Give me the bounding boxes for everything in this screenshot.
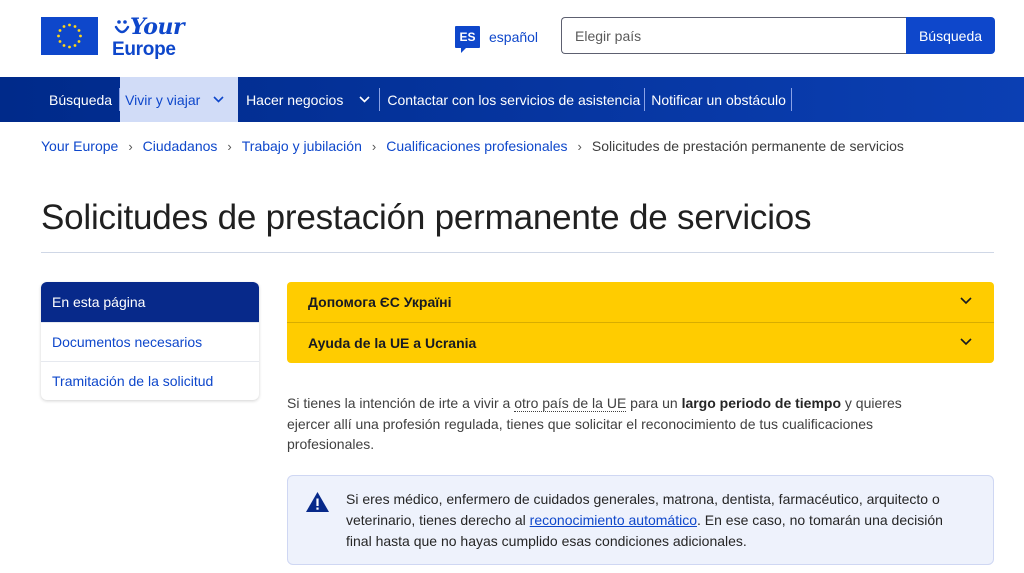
breadcrumb-chevron-icon: › xyxy=(227,138,232,154)
breadcrumb-link[interactable]: Trabajo y jubilación xyxy=(242,138,362,154)
on-this-page-sidebar: En esta página Documentos necesarios Tra… xyxy=(41,282,259,400)
nav-item-search[interactable]: Búsqueda xyxy=(41,77,121,122)
breadcrumb: Your Europe › Ciudadanos › Trabajo y jub… xyxy=(41,138,904,154)
breadcrumb-link[interactable]: Cualificaciones profesionales xyxy=(386,138,567,154)
automatic-recognition-link[interactable]: reconocimiento automático xyxy=(530,512,697,528)
language-selector[interactable]: ES español xyxy=(455,24,539,53)
warning-notice: Si eres médico, enfermero de cuidados ge… xyxy=(287,475,994,565)
breadcrumb-link[interactable]: Ciudadanos xyxy=(143,138,218,154)
accordion-ukraine-help-es[interactable]: Ayuda de la UE a Ucrania xyxy=(287,323,994,363)
nav-item-label: Búsqueda xyxy=(49,91,113,108)
chevron-down-icon xyxy=(359,96,370,103)
notice-text: Si eres médico, enfermero de cuidados ge… xyxy=(346,489,966,552)
nav-item-notificar[interactable]: Notificar un obstáculo xyxy=(645,77,792,122)
nav-item-label: Notificar un obstáculo xyxy=(651,91,786,108)
chevron-down-icon xyxy=(960,338,972,346)
site-header: Your Europe ES español Búsqueda xyxy=(0,0,1024,77)
breadcrumb-chevron-icon: › xyxy=(128,138,133,154)
logo-text-your: Your xyxy=(130,14,185,40)
chevron-down-icon xyxy=(213,96,224,103)
your-europe-logo[interactable]: Your Europe xyxy=(110,14,190,60)
sidebar-heading: En esta página xyxy=(41,282,259,322)
warning-icon xyxy=(306,492,329,512)
nav-item-label: Vivir y viajar xyxy=(125,91,201,108)
language-code-badge: ES xyxy=(455,26,480,53)
sidebar-item-documentos[interactable]: Documentos necesarios xyxy=(41,322,259,361)
breadcrumb-link[interactable]: Your Europe xyxy=(41,138,118,154)
eu-country-term[interactable]: otro país de la UE xyxy=(514,395,627,412)
search-button[interactable]: Búsqueda xyxy=(906,17,995,54)
nav-item-hacer-negocios[interactable]: Hacer negocios xyxy=(238,77,381,122)
intro-bold: largo periodo de tiempo xyxy=(681,395,842,411)
search-input[interactable] xyxy=(561,17,906,54)
page-title: Solicitudes de prestación permanente de … xyxy=(41,198,812,237)
accordion-ukraine-help-uk[interactable]: Допомога ЄС Україні xyxy=(287,282,994,322)
main-nav: Búsqueda Vivir y viajar Hacer negocios C… xyxy=(0,77,1024,122)
title-divider xyxy=(41,252,994,253)
accordion-label: Допомога ЄС Україні xyxy=(308,294,452,310)
chevron-down-icon xyxy=(960,297,972,305)
nav-item-contactar[interactable]: Contactar con los servicios de asistenci… xyxy=(380,77,646,122)
intro-paragraph: Si tienes la intención de irte a vivir a… xyxy=(287,393,927,455)
breadcrumb-current: Solicitudes de prestación permanente de … xyxy=(591,138,904,154)
eu-flag-icon[interactable] xyxy=(41,17,98,55)
intro-text: Si tienes la intención de irte a vivir a xyxy=(287,395,515,411)
breadcrumb-chevron-icon: › xyxy=(371,138,377,154)
nav-separator xyxy=(790,88,792,111)
logo-text-europe: Europe xyxy=(112,39,176,60)
smile-icon xyxy=(114,20,130,34)
accordion-label: Ayuda de la UE a Ucrania xyxy=(308,335,477,351)
intro-text: para un xyxy=(626,395,682,411)
nav-item-label: Hacer negocios xyxy=(246,91,344,108)
language-label: español xyxy=(489,29,539,45)
breadcrumb-chevron-icon: › xyxy=(577,138,582,154)
sidebar-item-tramitacion[interactable]: Tramitación de la solicitud xyxy=(41,361,259,400)
nav-item-vivir-y-viajar[interactable]: Vivir y viajar xyxy=(120,77,239,122)
nav-item-label: Contactar con los servicios de asistenci… xyxy=(387,91,641,108)
